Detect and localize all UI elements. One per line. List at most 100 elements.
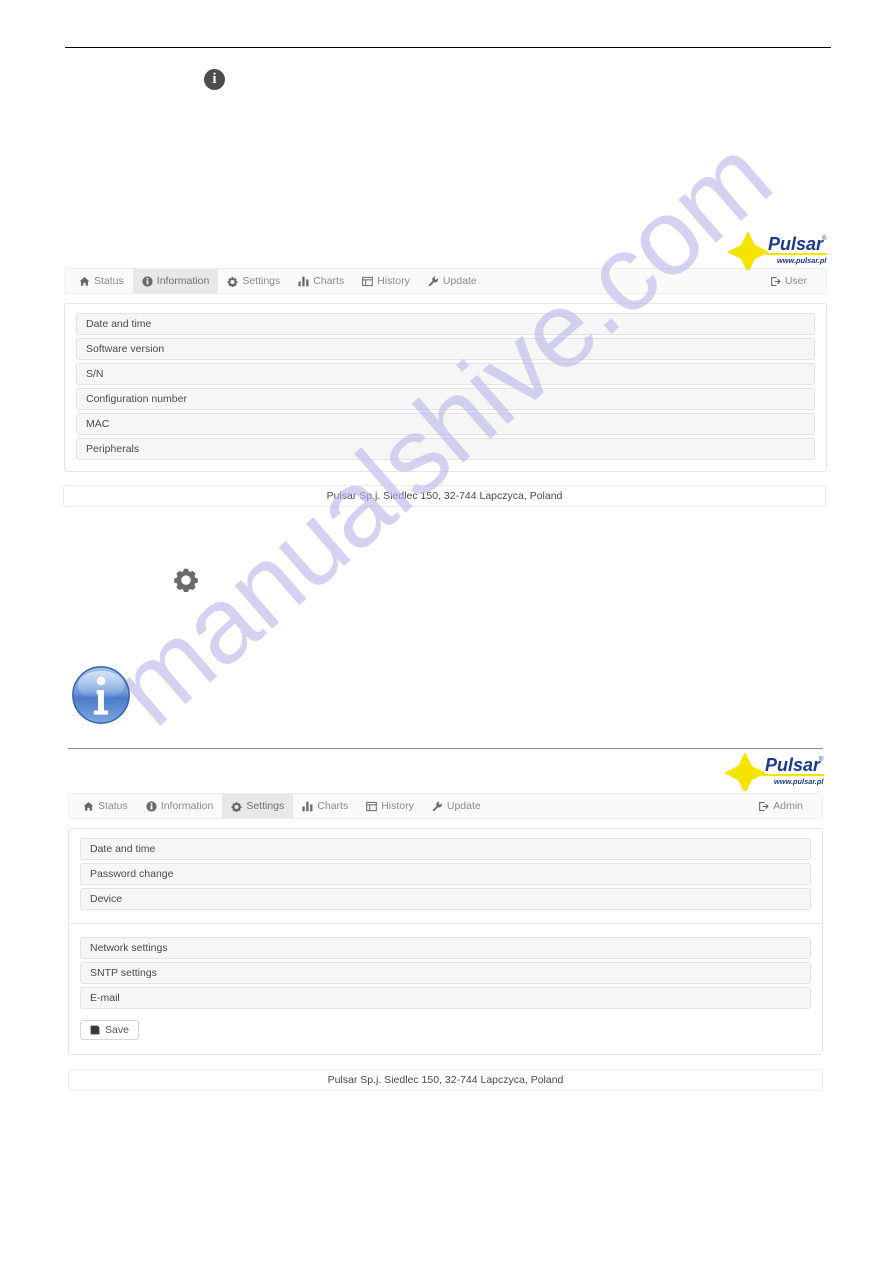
info-circle-large-icon bbox=[70, 664, 132, 726]
tab-status-label: Status bbox=[94, 274, 124, 287]
information-screen: Status Information Settings Charts Histo… bbox=[63, 268, 827, 507]
accordion-item-email[interactable]: E-mail bbox=[80, 987, 811, 1009]
tab-status-label: Status bbox=[98, 799, 128, 812]
tab-settings[interactable]: Settings bbox=[222, 794, 294, 818]
section-rule bbox=[68, 748, 823, 749]
settings-screen: Status Information Settings Charts Histo… bbox=[68, 793, 823, 1091]
gear-icon bbox=[173, 566, 199, 592]
footer-address-text: Pulsar Sp.j. Siedlec 150, 32-744 Lapczyc… bbox=[326, 490, 563, 502]
tab-settings-label: Settings bbox=[246, 799, 285, 812]
document-page: i Pulsar ® www.pulsar.pl Status Informat… bbox=[0, 0, 893, 1263]
tab-status[interactable]: Status bbox=[65, 269, 133, 293]
tab-history-label: History bbox=[377, 274, 410, 287]
account-user[interactable]: User bbox=[761, 269, 816, 293]
sign-out-icon bbox=[770, 276, 781, 287]
footer-address: Pulsar Sp.j. Siedlec 150, 32-744 Lapczyc… bbox=[63, 485, 826, 507]
account-user-label: User bbox=[784, 274, 807, 287]
accordion-item-label: Software version bbox=[86, 343, 165, 355]
tab-update[interactable]: Update bbox=[419, 269, 486, 293]
navbar-account: User bbox=[761, 269, 826, 293]
svg-text:®: ® bbox=[822, 235, 827, 242]
accordion-item-label: S/N bbox=[86, 368, 104, 380]
accordion-group: Date and time Software version S/N Confi… bbox=[76, 313, 815, 460]
navbar: Status Information Settings Charts Histo… bbox=[64, 268, 827, 294]
accordion-item-label: Network settings bbox=[90, 942, 168, 954]
tab-charts-label: Charts bbox=[317, 799, 349, 812]
footer-address: Pulsar Sp.j. Siedlec 150, 32-744 Lapczyc… bbox=[68, 1069, 823, 1091]
svg-text:www.pulsar.pl: www.pulsar.pl bbox=[777, 256, 827, 265]
accordion-item-configuration-number[interactable]: Configuration number bbox=[76, 388, 815, 410]
tab-settings-label: Settings bbox=[242, 274, 281, 287]
accordion-item-mac[interactable]: MAC bbox=[76, 413, 815, 435]
settings-panel: Date and time Password change Device Net… bbox=[68, 828, 823, 1055]
accordion-item-label: Password change bbox=[90, 868, 174, 880]
navbar: Status Information Settings Charts Histo… bbox=[68, 793, 823, 819]
home-icon bbox=[79, 276, 90, 287]
tab-information-label: Information bbox=[160, 799, 214, 812]
accordion-item-label: Date and time bbox=[86, 318, 152, 330]
accordion-item-label: Configuration number bbox=[86, 393, 187, 405]
account-admin[interactable]: Admin bbox=[749, 794, 812, 818]
accordion-item-label: Peripherals bbox=[86, 443, 140, 455]
wrench-icon bbox=[428, 275, 439, 287]
tab-history[interactable]: History bbox=[357, 794, 423, 818]
tab-status[interactable]: Status bbox=[69, 794, 137, 818]
pulsar-logo: Pulsar ® www.pulsar.pl bbox=[718, 751, 826, 791]
accordion-item-sn[interactable]: S/N bbox=[76, 363, 815, 385]
accordion-item-peripherals[interactable]: Peripherals bbox=[76, 438, 815, 460]
tab-charts[interactable]: Charts bbox=[293, 794, 357, 818]
info-circle-icon bbox=[146, 800, 157, 812]
sign-out-icon bbox=[758, 801, 769, 812]
information-panel: Date and time Software version S/N Confi… bbox=[64, 303, 827, 472]
navbar-items: Status Information Settings Charts Histo… bbox=[69, 794, 490, 818]
tab-update[interactable]: Update bbox=[423, 794, 490, 818]
group-divider bbox=[69, 923, 822, 924]
info-circle-icon: i bbox=[204, 69, 225, 90]
wrench-icon bbox=[432, 800, 443, 812]
accordion-item-date-and-time[interactable]: Date and time bbox=[80, 838, 811, 860]
accordion-item-date-and-time[interactable]: Date and time bbox=[76, 313, 815, 335]
tab-history[interactable]: History bbox=[353, 269, 419, 293]
navbar-items: Status Information Settings Charts Histo… bbox=[65, 269, 486, 293]
tab-history-label: History bbox=[381, 799, 414, 812]
info-circle-icon bbox=[142, 275, 153, 287]
tab-charts-label: Charts bbox=[313, 274, 345, 287]
accordion-item-label: E-mail bbox=[90, 992, 120, 1004]
svg-text:Pulsar: Pulsar bbox=[768, 234, 824, 254]
accordion-item-password-change[interactable]: Password change bbox=[80, 863, 811, 885]
gear-icon bbox=[227, 276, 238, 287]
account-admin-label: Admin bbox=[773, 799, 803, 812]
footer-address-text: Pulsar Sp.j. Siedlec 150, 32-744 Lapczyc… bbox=[327, 1074, 564, 1086]
svg-text:®: ® bbox=[819, 756, 824, 763]
svg-text:Pulsar: Pulsar bbox=[765, 755, 821, 775]
bar-chart-icon bbox=[302, 801, 313, 812]
accordion-group-network: Network settings SNTP settings E-mail bbox=[80, 937, 811, 1009]
navbar-account: Admin bbox=[749, 794, 822, 818]
tab-information[interactable]: Information bbox=[132, 269, 219, 293]
svg-text:www.pulsar.pl: www.pulsar.pl bbox=[774, 777, 824, 786]
accordion-item-label: Date and time bbox=[90, 843, 156, 855]
tab-charts[interactable]: Charts bbox=[289, 269, 353, 293]
tab-information[interactable]: Information bbox=[137, 794, 223, 818]
accordion-item-label: MAC bbox=[86, 418, 110, 430]
save-button[interactable]: Save bbox=[80, 1020, 139, 1040]
gear-icon bbox=[231, 801, 242, 812]
table-icon bbox=[362, 276, 374, 287]
accordion-group-local: Date and time Password change Device bbox=[80, 838, 811, 910]
table-icon bbox=[366, 801, 378, 812]
accordion-item-label: Device bbox=[90, 893, 123, 905]
tab-update-label: Update bbox=[446, 799, 481, 812]
tab-information-label: Information bbox=[156, 274, 210, 287]
tab-settings[interactable]: Settings bbox=[218, 269, 289, 293]
accordion-item-sntp-settings[interactable]: SNTP settings bbox=[80, 962, 811, 984]
floppy-save-icon bbox=[90, 1025, 100, 1035]
home-icon bbox=[83, 801, 94, 812]
bar-chart-icon bbox=[298, 276, 309, 287]
accordion-item-label: SNTP settings bbox=[90, 967, 157, 979]
save-button-label: Save bbox=[105, 1024, 129, 1036]
accordion-item-software-version[interactable]: Software version bbox=[76, 338, 815, 360]
accordion-item-device[interactable]: Device bbox=[80, 888, 811, 910]
header-rule bbox=[65, 47, 831, 48]
accordion-item-network-settings[interactable]: Network settings bbox=[80, 937, 811, 959]
pulsar-logo: Pulsar ® www.pulsar.pl bbox=[721, 230, 829, 270]
